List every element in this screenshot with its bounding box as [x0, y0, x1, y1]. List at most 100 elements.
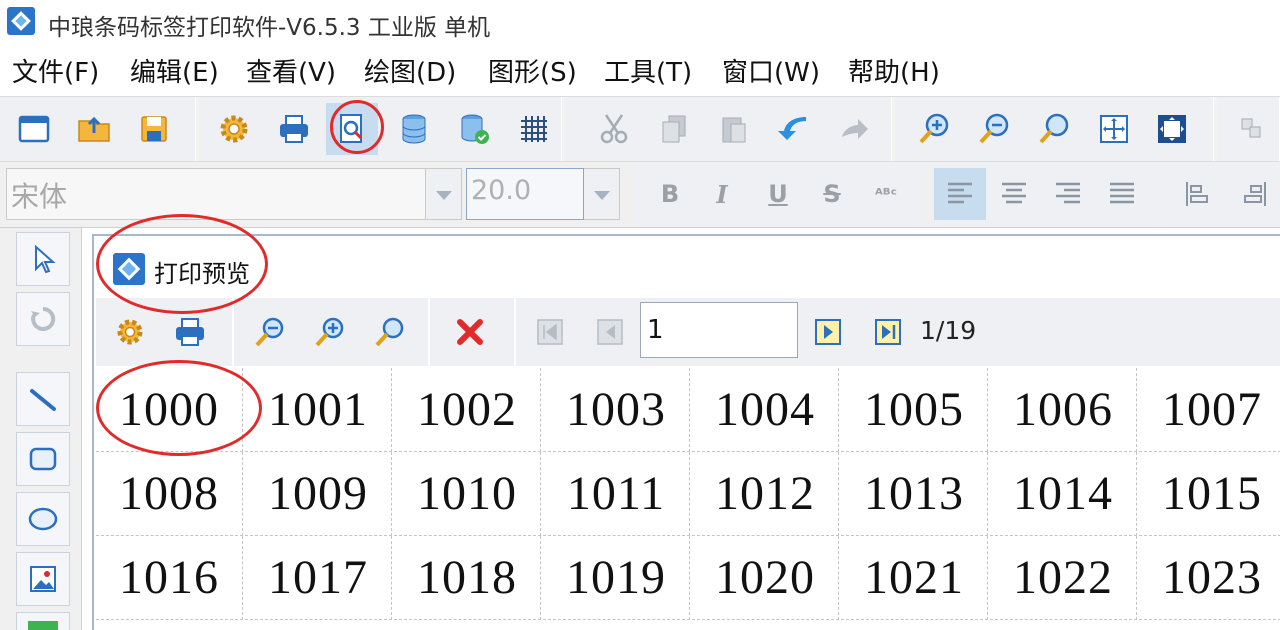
- menu-help[interactable]: 帮助(H): [848, 52, 940, 89]
- grid-button[interactable]: [508, 103, 560, 155]
- align-left-button[interactable]: [934, 168, 986, 220]
- database-connect-button[interactable]: [448, 103, 500, 155]
- label-cell: 1021: [841, 536, 988, 620]
- redo-button[interactable]: [828, 103, 880, 155]
- preview-zoom-button[interactable]: [364, 304, 416, 360]
- menu-tools[interactable]: 工具(T): [604, 52, 692, 89]
- print-button[interactable]: [268, 103, 320, 155]
- align-left-edge-icon: [1186, 182, 1208, 206]
- font-size-dropdown-button[interactable]: [584, 168, 620, 220]
- image-tool-button[interactable]: [16, 552, 70, 606]
- new-doc-icon: [18, 115, 50, 143]
- print-icon: [280, 115, 308, 143]
- last-page-button[interactable]: [862, 304, 914, 360]
- fit-page-button[interactable]: [1088, 103, 1140, 155]
- rotate-icon: [31, 306, 56, 331]
- cut-button[interactable]: [588, 103, 640, 155]
- bold-button[interactable]: B: [644, 168, 696, 220]
- label-preview-grid: 1000 1001 1002 1003 1004 1005 1006 1007 1008 1009…: [96, 368, 1280, 630]
- zoom-button[interactable]: [1028, 103, 1080, 155]
- new-document-button[interactable]: [8, 103, 60, 155]
- ellipse-icon: [28, 507, 58, 531]
- redo-icon: [842, 119, 868, 139]
- save-button[interactable]: [128, 103, 180, 155]
- menu-shape[interactable]: 图形(S): [488, 52, 577, 89]
- label-cell: 1020: [692, 536, 839, 620]
- menu-file[interactable]: 文件(F): [12, 52, 99, 89]
- align-left-edge-button[interactable]: [1172, 168, 1224, 220]
- font-size-input[interactable]: 20.0: [466, 168, 584, 220]
- first-page-button[interactable]: [524, 304, 576, 360]
- copy-button[interactable]: [648, 103, 700, 155]
- align-right-edge-icon: [1244, 182, 1266, 206]
- preview-window-title: 打印预览: [154, 260, 250, 288]
- preview-settings-button[interactable]: [104, 304, 156, 360]
- open-button[interactable]: [68, 103, 120, 155]
- align-left-icon: [948, 182, 972, 204]
- fit-page-icon: [1100, 115, 1128, 143]
- font-dropdown-button[interactable]: [426, 168, 462, 220]
- align-right-button[interactable]: [1042, 168, 1094, 220]
- align-right-edge-button[interactable]: [1228, 168, 1280, 220]
- undo-button[interactable]: [768, 103, 820, 155]
- underline-button[interactable]: U: [752, 168, 804, 220]
- image-icon: [30, 566, 56, 592]
- rectangle-tool-button[interactable]: [16, 432, 70, 486]
- fit-width-icon: [1158, 115, 1186, 143]
- justify-button[interactable]: [1096, 168, 1148, 220]
- label-cell: 1023: [1139, 536, 1280, 620]
- preview-close-button[interactable]: [444, 304, 496, 360]
- text-case-button[interactable]: ᴬᴮᶜ: [860, 168, 912, 220]
- database-connect-icon: [461, 114, 489, 144]
- label-cell: 1007: [1139, 368, 1280, 452]
- menu-window[interactable]: 窗口(W): [722, 52, 820, 89]
- group-button[interactable]: [1226, 103, 1278, 155]
- menu-draw[interactable]: 绘图(D): [364, 52, 456, 89]
- label-cell: 1015: [1139, 452, 1280, 536]
- next-page-button[interactable]: [802, 304, 854, 360]
- line-icon: [30, 389, 56, 411]
- label-cell: 1017: [245, 536, 392, 620]
- align-center-button[interactable]: [988, 168, 1040, 220]
- next-page-icon: [815, 319, 841, 345]
- label-cell: 1018: [394, 536, 541, 620]
- font-name-select[interactable]: 宋体: [6, 168, 426, 220]
- ellipse-tool-button[interactable]: [16, 492, 70, 546]
- select-tool-button[interactable]: [16, 232, 70, 286]
- close-icon: [457, 319, 483, 345]
- zoom-out-button[interactable]: [968, 103, 1020, 155]
- line-tool-button[interactable]: [16, 372, 70, 426]
- print-preview-button[interactable]: [326, 103, 378, 155]
- settings-gear-icon: [117, 319, 143, 345]
- menu-view[interactable]: 查看(V): [246, 52, 336, 89]
- preview-zoom-out-button[interactable]: [244, 304, 296, 360]
- align-center-icon: [1002, 182, 1026, 204]
- preview-zoom-in-button[interactable]: [304, 304, 356, 360]
- format-toolbar: 宋体 20.0 B I U S ᴬᴮᶜ: [0, 162, 1280, 228]
- fit-width-button[interactable]: [1146, 103, 1198, 155]
- paste-button[interactable]: [708, 103, 760, 155]
- label-cell: 1012: [692, 452, 839, 536]
- print-preview-icon: [340, 114, 363, 143]
- prev-page-button[interactable]: [584, 304, 636, 360]
- label-cell: 1001: [245, 368, 392, 452]
- database-button[interactable]: [388, 103, 440, 155]
- rotate-tool-button[interactable]: [16, 292, 70, 346]
- page-number-input[interactable]: 1: [640, 302, 798, 358]
- label-cell: 1002: [394, 368, 541, 452]
- zoom-in-button[interactable]: [908, 103, 960, 155]
- zoom-in-icon: [315, 317, 344, 347]
- preview-print-button[interactable]: [164, 304, 216, 360]
- preview-window-icon: [112, 252, 146, 286]
- strikethrough-button[interactable]: S: [806, 168, 858, 220]
- last-page-icon: [875, 319, 901, 345]
- first-page-icon: [537, 319, 563, 345]
- next-tool-button[interactable]: [16, 612, 70, 630]
- italic-button[interactable]: I: [696, 168, 748, 220]
- label-cell: 1016: [96, 536, 243, 620]
- label-cell: 1008: [96, 452, 243, 536]
- pointer-icon: [35, 244, 56, 274]
- menu-edit[interactable]: 编辑(E): [130, 52, 219, 89]
- settings-button[interactable]: [208, 103, 260, 155]
- page-count-label: 1/19: [920, 316, 977, 345]
